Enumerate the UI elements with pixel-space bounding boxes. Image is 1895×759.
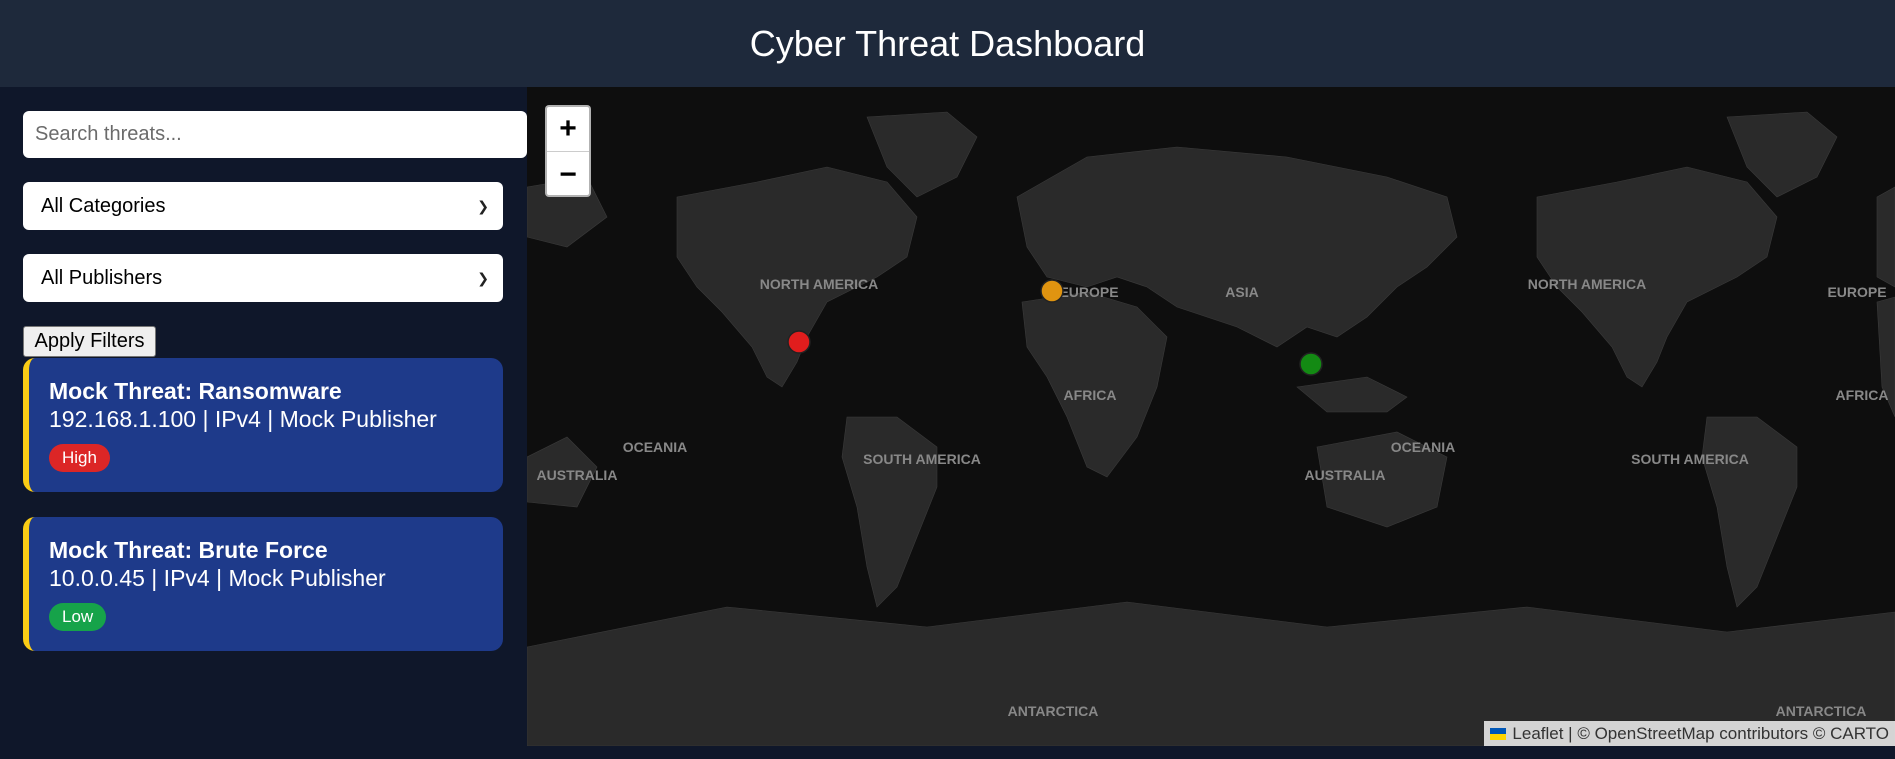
threat-meta: 192.168.1.100 | IPv4 | Mock Publisher (49, 406, 437, 432)
threat-marker-low[interactable] (1299, 352, 1323, 376)
map-label: NORTH AMERICA (1528, 276, 1646, 292)
map-label: EUROPE (1059, 284, 1118, 300)
map-label: AFRICA (1064, 387, 1117, 403)
map-label: AFRICA (1836, 387, 1889, 403)
sidebar: All Categories ❯ All Publishers ❯ Apply … (0, 87, 527, 759)
zoom-out-button[interactable]: − (547, 152, 589, 197)
bottom-bar (527, 746, 1895, 759)
land-south-america (841, 416, 938, 608)
land-europe-repeat (1876, 186, 1895, 288)
threat-marker-high[interactable] (787, 330, 811, 354)
threat-title: Mock Threat: Ransomware (49, 378, 342, 404)
map-label: AUSTRALIA (1305, 467, 1386, 483)
search-input[interactable] (23, 111, 527, 158)
app-header: Cyber Threat Dashboard (0, 0, 1895, 87)
map-label: OCEANIA (1391, 439, 1456, 455)
land-africa (1021, 291, 1168, 478)
category-select-value: All Categories (41, 194, 166, 217)
map-label: SOUTH AMERICA (1631, 451, 1749, 467)
land-south-america-repeat (1701, 416, 1798, 608)
apply-filters-button[interactable]: Apply Filters (23, 326, 156, 357)
map-label: ANTARCTICA (1776, 703, 1867, 719)
map-label: SOUTH AMERICA (863, 451, 981, 467)
zoom-control: + − (545, 105, 591, 197)
category-select[interactable]: All Categories ❯ (23, 182, 503, 230)
map-label: EUROPE (1827, 284, 1886, 300)
chevron-down-icon: ❯ (477, 197, 489, 214)
attribution-text[interactable]: Leaflet | © OpenStreetMap contributors ©… (1512, 724, 1889, 744)
publisher-select[interactable]: All Publishers ❯ (23, 254, 503, 302)
severity-badge: High (49, 444, 110, 472)
map-label: OCEANIA (623, 439, 688, 455)
map-label: NORTH AMERICA (760, 276, 878, 292)
publisher-select-value: All Publishers (41, 266, 163, 289)
map-label: AUSTRALIA (537, 467, 618, 483)
map-label: ASIA (1225, 284, 1258, 300)
threat-card[interactable]: Mock Threat: Ransomware 192.168.1.100 | … (23, 358, 503, 492)
ukraine-flag-icon (1490, 727, 1507, 740)
zoom-in-button[interactable]: + (547, 107, 589, 152)
threat-title: Mock Threat: Brute Force (49, 537, 328, 563)
threat-card[interactable]: Mock Threat: Brute Force 10.0.0.45 | IPv… (23, 517, 503, 651)
page-title: Cyber Threat Dashboard (749, 22, 1146, 64)
threat-marker-medium[interactable] (1040, 279, 1064, 303)
threat-map[interactable]: NORTH AMERICA NORTH AMERICA EUROPE EUROP… (527, 87, 1895, 746)
threat-meta: 10.0.0.45 | IPv4 | Mock Publisher (49, 565, 386, 591)
world-map-tiles: NORTH AMERICA NORTH AMERICA EUROPE EUROP… (527, 111, 1895, 746)
map-attribution: Leaflet | © OpenStreetMap contributors ©… (1484, 721, 1895, 746)
chevron-down-icon: ❯ (477, 269, 489, 286)
map-label: ANTARCTICA (1008, 703, 1099, 719)
severity-badge: Low (49, 603, 107, 631)
land-indonesia (1296, 376, 1408, 413)
